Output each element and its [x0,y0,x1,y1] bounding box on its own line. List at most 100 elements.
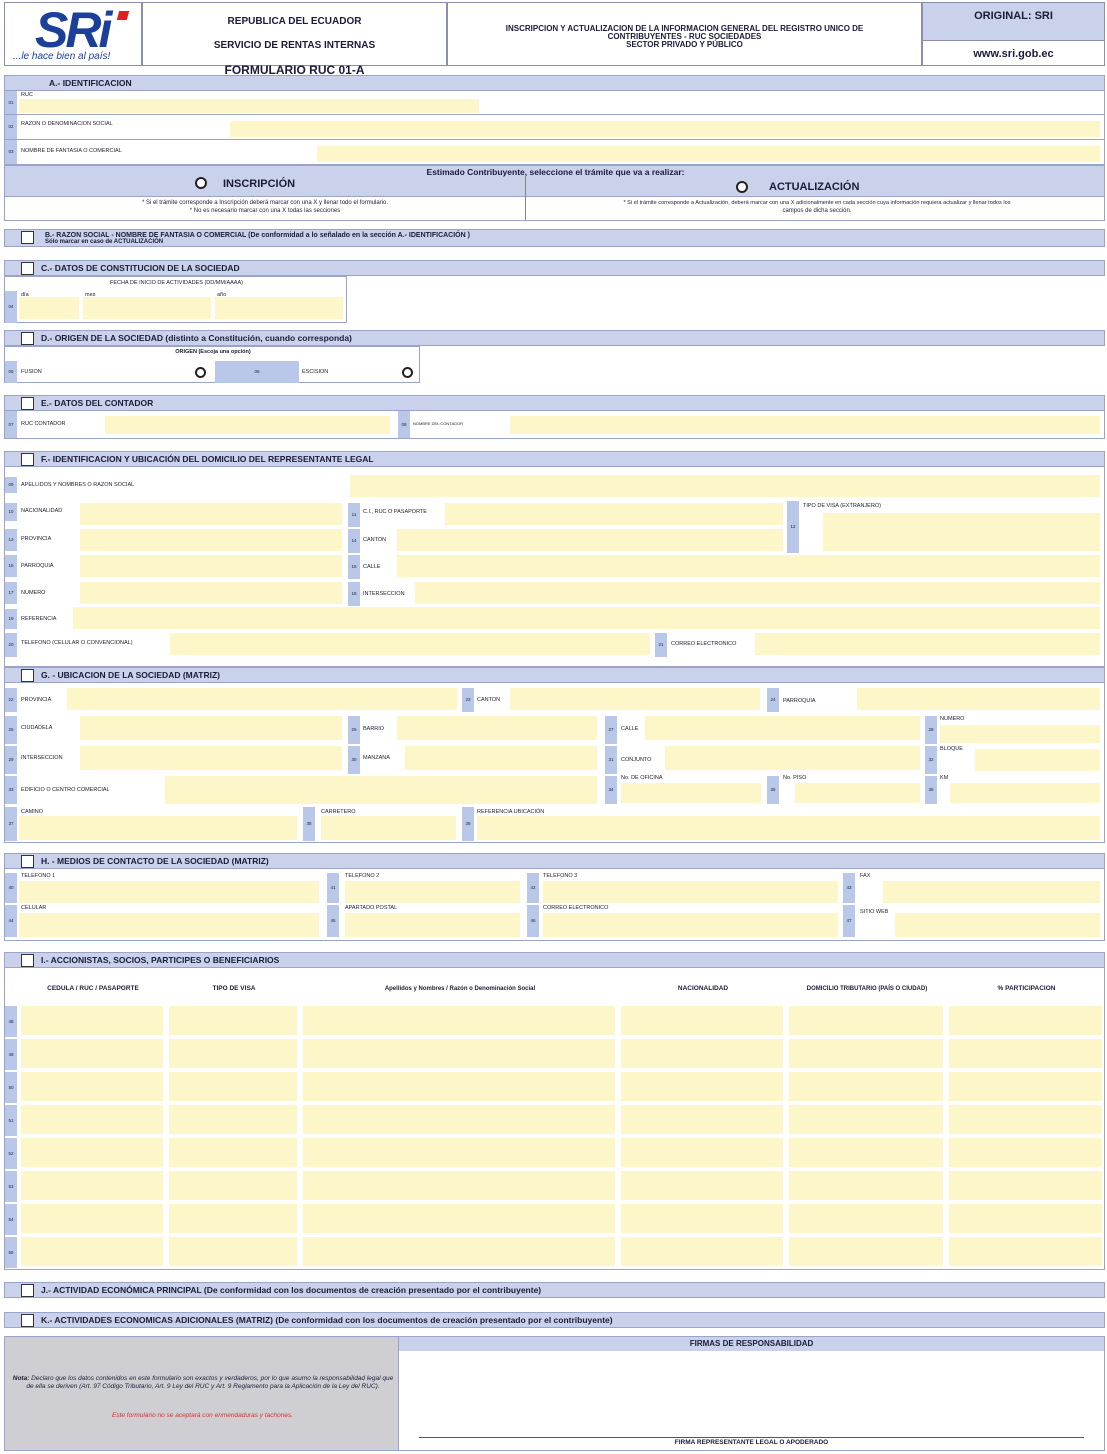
accionista-cell[interactable] [789,1138,943,1167]
section-c-checkbox[interactable] [21,262,34,275]
mes-input[interactable] [83,297,211,319]
calle-rep-input[interactable] [397,555,1100,577]
nacionalidad-input[interactable] [80,503,342,525]
accionista-cell[interactable] [21,1072,163,1101]
accionista-cell[interactable] [789,1039,943,1068]
manzana-input[interactable] [405,746,597,770]
accionista-cell[interactable] [621,1072,783,1101]
accionista-cell[interactable] [21,1171,163,1200]
accionista-cell[interactable] [949,1006,1102,1035]
accionista-cell[interactable] [789,1204,943,1233]
tipo-visa-input[interactable] [823,513,1100,551]
section-j-checkbox[interactable] [21,1284,34,1297]
accionista-cell[interactable] [621,1171,783,1200]
escision-radio[interactable] [402,367,413,378]
accionista-cell[interactable] [621,1105,783,1134]
oficina-input[interactable] [621,783,761,803]
accionista-cell[interactable] [621,1039,783,1068]
accionista-cell[interactable] [789,1237,943,1266]
camino-input[interactable] [19,816,297,840]
accionista-cell[interactable] [789,1072,943,1101]
accionista-cell[interactable] [949,1105,1102,1134]
numero-matriz-input[interactable] [940,725,1100,743]
accionista-cell[interactable] [21,1105,163,1134]
accionista-cell[interactable] [303,1006,615,1035]
accionista-cell[interactable] [21,1204,163,1233]
canton-rep-input[interactable] [397,529,783,551]
accionista-cell[interactable] [21,1138,163,1167]
accionista-cell[interactable] [169,1171,297,1200]
ruc-input[interactable] [19,99,479,113]
accionista-cell[interactable] [789,1006,943,1035]
accionista-cell[interactable] [789,1171,943,1200]
correo-matriz-input[interactable] [543,913,838,937]
telefono3-input[interactable] [543,881,838,903]
provincia-matriz-input[interactable] [67,688,457,710]
accionista-cell[interactable] [21,1039,163,1068]
accionista-cell[interactable] [169,1204,297,1233]
accionista-cell[interactable] [949,1072,1102,1101]
accionista-cell[interactable] [621,1237,783,1266]
accionista-cell[interactable] [949,1039,1102,1068]
bloque-input[interactable] [975,749,1100,771]
accionista-cell[interactable] [949,1204,1102,1233]
telefono-rep-input[interactable] [170,633,650,655]
section-h-checkbox[interactable] [21,855,34,868]
section-i-checkbox[interactable] [21,954,34,967]
referencia-rep-input[interactable] [73,607,1100,629]
ci-pasaporte-input[interactable] [445,503,783,525]
section-f-checkbox[interactable] [21,453,34,466]
accionista-cell[interactable] [169,1138,297,1167]
ruc-contador-input[interactable] [105,416,390,434]
parroquia-rep-input[interactable] [80,555,342,577]
accionista-cell[interactable] [303,1105,615,1134]
apartado-postal-input[interactable] [345,913,520,937]
edificio-input[interactable] [165,776,597,804]
accionista-cell[interactable] [169,1105,297,1134]
apellidos-input[interactable] [350,475,1100,497]
nombre-fantasia-input[interactable] [317,146,1100,162]
anio-input[interactable] [215,297,343,319]
carretero-input[interactable] [321,816,456,840]
accionista-cell[interactable] [169,1237,297,1266]
accionista-cell[interactable] [789,1105,943,1134]
section-k-checkbox[interactable] [21,1314,34,1327]
razon-social-input[interactable] [230,121,1100,137]
interseccion-rep-input[interactable] [415,582,1100,604]
accionista-cell[interactable] [169,1072,297,1101]
correo-rep-input[interactable] [755,633,1100,655]
provincia-rep-input[interactable] [80,529,342,551]
accionista-cell[interactable] [303,1039,615,1068]
accionista-cell[interactable] [303,1204,615,1233]
section-e-checkbox[interactable] [21,397,34,410]
numero-rep-input[interactable] [80,582,342,604]
referencia-ubicacion-input[interactable] [477,816,1100,840]
calle-matriz-input[interactable] [645,716,920,740]
section-g-checkbox[interactable] [21,669,34,682]
inscripcion-radio[interactable] [195,177,207,189]
section-b-checkbox[interactable] [21,231,34,244]
accionista-cell[interactable] [21,1237,163,1266]
accionista-cell[interactable] [621,1138,783,1167]
conjunto-input[interactable] [665,746,920,770]
accionista-cell[interactable] [303,1072,615,1101]
accionista-cell[interactable] [949,1237,1102,1266]
section-d-checkbox[interactable] [21,332,34,345]
actualizacion-radio[interactable] [736,181,748,193]
accionista-cell[interactable] [21,1006,163,1035]
accionista-cell[interactable] [303,1237,615,1266]
celular-input[interactable] [19,913,319,937]
sitio-web-input[interactable] [895,913,1100,937]
accionista-cell[interactable] [949,1138,1102,1167]
fusion-radio[interactable] [195,367,206,378]
dia-input[interactable] [19,297,79,319]
accionista-cell[interactable] [303,1171,615,1200]
accionista-cell[interactable] [169,1006,297,1035]
parroquia-matriz-input[interactable] [857,688,1100,710]
accionista-cell[interactable] [169,1039,297,1068]
accionista-cell[interactable] [621,1204,783,1233]
interseccion-matriz-input[interactable] [80,746,342,770]
fax-input[interactable] [883,881,1100,903]
ciudadela-input[interactable] [80,716,342,740]
accionista-cell[interactable] [303,1138,615,1167]
